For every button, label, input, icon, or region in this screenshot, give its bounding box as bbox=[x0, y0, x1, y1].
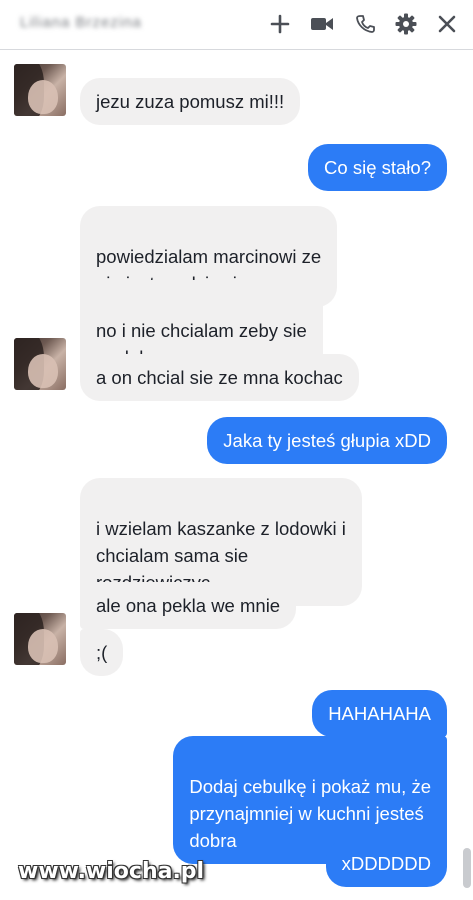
close-icon[interactable] bbox=[432, 9, 462, 39]
video-icon[interactable] bbox=[307, 9, 337, 39]
message-text: ;( bbox=[96, 642, 108, 663]
message-bubble: a on chcial sie ze mna kochac bbox=[80, 354, 359, 401]
contact-avatar bbox=[14, 338, 66, 390]
message-text: Jaka ty jesteś głupia xDD bbox=[223, 430, 431, 451]
message-bubble: Co się stało? bbox=[308, 144, 447, 191]
chat-header: Liliana Brzezina bbox=[0, 0, 473, 50]
message-bubble: ;( bbox=[80, 629, 124, 676]
contact-avatar bbox=[14, 64, 66, 116]
message-text: xDDDDDD bbox=[341, 853, 431, 874]
message-bubble: jezu zuza pomusz mi!!! bbox=[80, 78, 301, 125]
contact-avatar bbox=[14, 613, 66, 665]
message-bubble: xDDDDDD bbox=[325, 840, 447, 887]
message-text: ale ona pekla we mnie bbox=[96, 595, 281, 616]
message-list: jezu zuza pomusz mi!!! Co się stało? pow… bbox=[0, 50, 473, 900]
message-text: HAHAHAHA bbox=[328, 703, 431, 724]
plus-icon[interactable] bbox=[265, 9, 295, 39]
phone-icon[interactable] bbox=[350, 9, 380, 39]
contact-name[interactable]: Liliana Brzezina bbox=[20, 14, 142, 31]
message-text: jezu zuza pomusz mi!!! bbox=[96, 91, 285, 112]
message-text: Co się stało? bbox=[324, 157, 431, 178]
gear-icon[interactable] bbox=[391, 9, 421, 39]
watermark: www.wiocha.pl bbox=[18, 859, 205, 884]
scrollbar[interactable] bbox=[463, 848, 471, 888]
message-bubble: ale ona pekla we mnie bbox=[80, 582, 297, 629]
message-text: a on chcial sie ze mna kochac bbox=[96, 367, 343, 388]
message-bubble: HAHAHAHA bbox=[312, 690, 447, 737]
message-bubble: Jaka ty jesteś głupia xDD bbox=[207, 417, 447, 464]
